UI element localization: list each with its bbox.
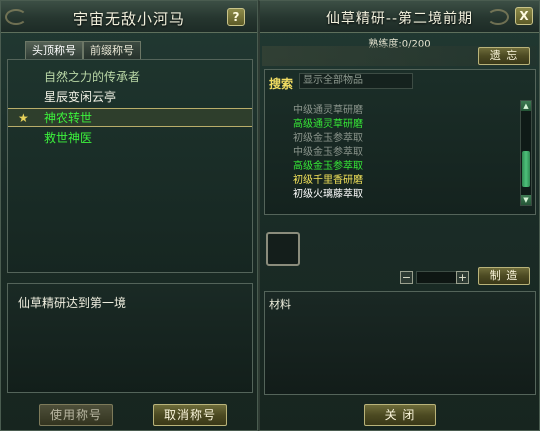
recipe-item[interactable]: 初级千里香研磨 [293,174,363,187]
scroll-down-arrow-icon[interactable]: ▼ [521,195,531,205]
scroll-up-arrow-icon[interactable]: ▲ [521,101,531,111]
herb-craft-panel: 仙草精研--第二境前期 X 熟练度:0/200 遗 忘 搜索 显示全部物品 中级… [258,0,540,431]
title-list: 自然之力的传承者 星辰变闲云亭 ★ 神农转世 救世神医 [7,59,253,273]
materials-box: 材料 [264,291,536,395]
list-item[interactable]: 星辰变闲云亭 [8,88,252,107]
close-button[interactable]: 关 闭 [364,404,436,426]
close-icon[interactable]: X [515,7,533,25]
title-description: 仙草精研达到第一境 [18,296,127,310]
star-icon: ★ [18,111,29,125]
use-title-button[interactable]: 使用称号 [39,404,113,426]
search-label: 搜索 [269,77,294,91]
recipe-scrollbar[interactable]: ▲ ▼ [520,100,532,206]
recipe-item[interactable]: 高级通灵草研磨 [293,118,363,131]
quantity-input[interactable] [416,271,460,284]
recipe-item[interactable]: 初级金玉参萃取 [293,132,363,145]
quantity-decrease-button[interactable]: − [400,271,413,284]
materials-label: 材料 [269,298,291,311]
list-item-label: 神农转世 [44,111,93,125]
tab-prefix-title[interactable]: 前缀称号 [83,41,141,59]
product-item-slot[interactable] [266,232,300,266]
titles-panel: 宇宙无敌小河马 ? 头顶称号 前缀称号 自然之力的传承者 星辰变闲云亭 ★ 神农… [0,0,258,431]
swirl-ornament-icon [487,9,509,25]
forget-button[interactable]: 遗 忘 [478,47,530,65]
scroll-thumb[interactable] [522,151,530,187]
make-area: − + 制 造 [264,227,536,285]
search-input[interactable]: 显示全部物品 [299,73,413,89]
title-description-box: 仙草精研达到第一境 [7,283,253,393]
recipe-item[interactable]: 中级通灵草研磨 [293,104,363,117]
list-item-selected[interactable]: ★ 神农转世 [8,108,252,127]
recipe-item[interactable]: 高级金玉参萃取 [293,160,363,173]
make-button[interactable]: 制 造 [478,267,530,285]
character-name-title: 宇宙无敌小河马 [72,10,185,28]
craft-title-bar[interactable]: 仙草精研--第二境前期 X [260,1,539,33]
recipe-item[interactable]: 中级金玉参萃取 [293,146,363,159]
tab-head-title[interactable]: 头顶称号 [25,41,83,59]
titles-title-bar[interactable]: 宇宙无敌小河马 ? [1,1,257,33]
quantity-increase-button[interactable]: + [456,271,469,284]
list-item[interactable]: 救世神医 [8,129,252,148]
recipe-list-box: 搜索 显示全部物品 中级通灵草研磨 高级通灵草研磨 初级金玉参萃取 中级金玉参萃… [264,69,536,215]
recipe-item[interactable]: 初级火璃藤萃取 [293,188,363,201]
help-button[interactable]: ? [227,8,245,26]
list-item[interactable]: 自然之力的传承者 [8,68,252,87]
cancel-title-button[interactable]: 取消称号 [153,404,227,426]
